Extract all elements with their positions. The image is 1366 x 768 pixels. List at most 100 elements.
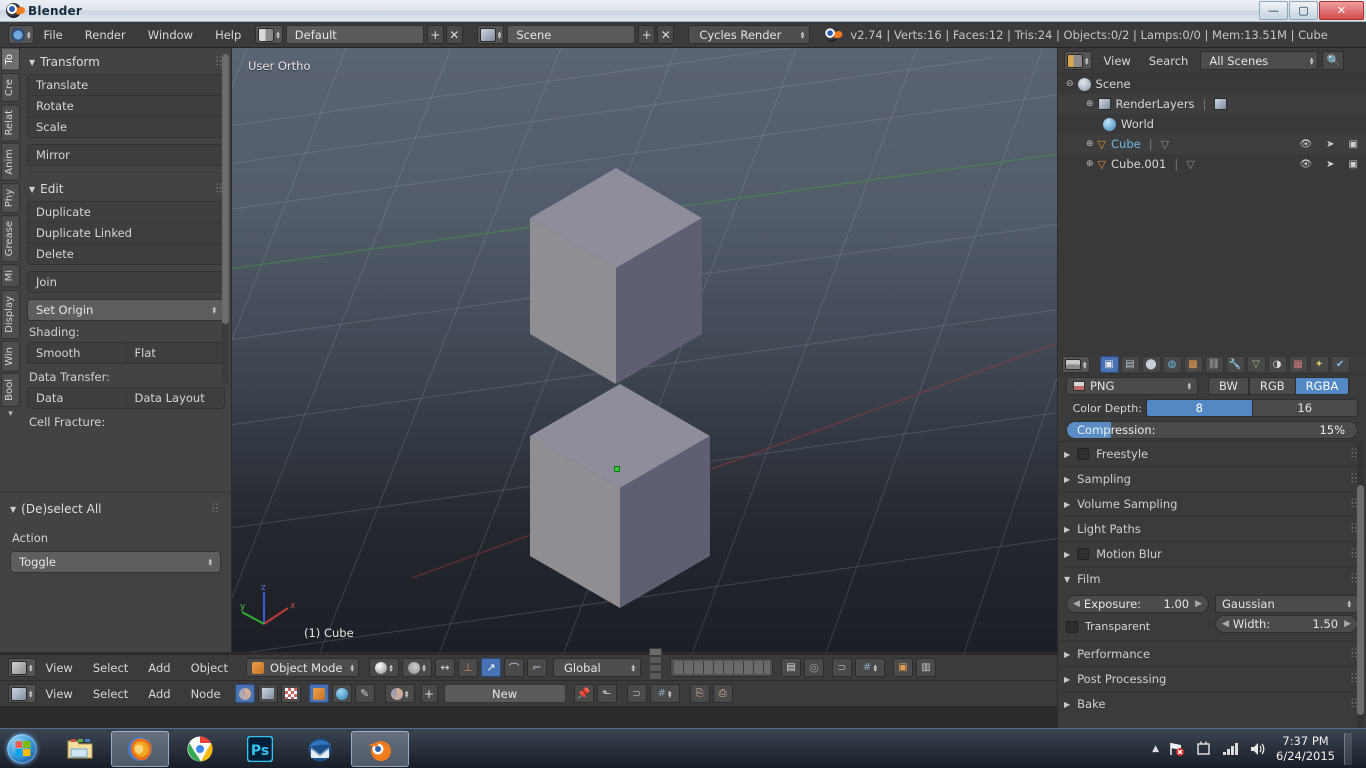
go-parent-button[interactable]: ⬑ [596,684,617,703]
manipulator-toggle-button[interactable]: ↔ [435,658,455,677]
shade-smooth-button[interactable]: Smooth [27,342,126,364]
taskbar-firefox[interactable] [111,730,169,767]
tab-object[interactable]: ▩ [1183,356,1203,373]
panel-header-edit[interactable]: ▼ Edit ∷ ∷ [27,179,225,201]
tab-texture[interactable]: ▦ [1288,356,1308,373]
menu-file[interactable]: File [44,28,63,42]
compression-slider[interactable]: Compression: 15% [1066,421,1358,439]
start-button[interactable] [0,730,44,768]
list-item[interactable]: ⊕ RenderLayers | [1058,94,1366,114]
left-arrow-icon[interactable]: ◀ [1222,619,1229,629]
filter-width-field[interactable]: ◀ Width: 1.50 ▶ [1215,615,1358,633]
sidebar-item-bool[interactable]: Bool [1,373,20,408]
table-row[interactable]: ⊕ ▽ Cube.001 | ▽ 👁 ➤ ▣ [1058,154,1366,174]
sidebar-item-relations[interactable]: Relat [1,103,20,142]
viewport-menu-add[interactable]: Add [148,661,170,675]
sidebar-item-misc[interactable]: Mi [1,264,20,288]
texture-nodes-button[interactable] [280,684,301,703]
panel-bake[interactable]: ▶ Bake ∷ ∷ [1058,691,1366,716]
volume-icon[interactable] [1249,741,1267,757]
object-shader-button[interactable] [308,684,329,703]
delete-button[interactable]: Delete [27,243,225,265]
add-scene-button[interactable]: + [638,25,656,44]
menu-window[interactable]: Window [148,28,193,42]
tab-physics[interactable]: ✔ [1330,356,1350,373]
delete-scene-button[interactable]: ✕ [657,25,675,44]
taskbar-chrome[interactable] [171,731,229,767]
show-desktop-button[interactable] [1344,733,1352,765]
viewport-menu-select[interactable]: Select [93,661,128,675]
action-center-icon[interactable] [1195,741,1213,757]
tool-shelf-scrollbar[interactable] [222,54,229,384]
scene-browse-button[interactable]: ▴ ▾ [476,25,505,44]
extra-manipulator-button[interactable]: ⌐ [527,658,547,677]
viewport-shading-selector[interactable]: ▴ ▾ [369,658,399,677]
scale-button[interactable]: Scale [27,116,225,138]
new-material-button[interactable]: New [443,684,566,703]
node-snap-button[interactable]: ⊃ [626,684,647,703]
node-editor-type-selector[interactable]: ▴ ▾ [8,684,36,703]
scene-name-field[interactable]: Scene [507,25,636,44]
shade-flat-button[interactable]: Flat [125,342,225,364]
viewport-menu-object[interactable]: Object [191,661,228,675]
pivot-point-selector[interactable]: ▴ ▾ [402,658,432,677]
tab-world[interactable]: ◍ [1162,356,1182,373]
translate-manipulator-button[interactable]: ⊥ [458,658,478,677]
renderlayers-data-icon[interactable] [1214,98,1228,110]
freestyle-checkbox[interactable] [1077,448,1090,460]
taskbar-blender[interactable] [351,730,409,767]
mirror-button[interactable]: Mirror [27,144,225,166]
slot-selector[interactable]: ▴ ▾ [384,684,415,703]
eye-icon[interactable]: 👁 [1299,159,1312,170]
panel-freestyle[interactable]: ▶ Freestyle ∷ ∷ [1058,441,1366,466]
chevron-down-icon[interactable]: ▾ [1,409,20,419]
taskbar-thunderbird[interactable] [291,731,349,767]
panel-post-processing[interactable]: ▶ Post Processing ∷ ∷ [1058,666,1366,691]
add-material-button[interactable]: + [420,684,438,703]
operator-panel-header[interactable]: ▼ (De)select All ∷ ∷ [10,499,221,521]
taskbar-photoshop[interactable]: Ps [231,731,289,767]
viewport-menu-view[interactable]: View [46,661,73,675]
right-arrow-icon[interactable]: ▶ [1344,619,1351,629]
outliner-search-button[interactable]: 🔍 [1322,51,1345,70]
rotate-manipulator-button[interactable]: ↗ [481,658,501,677]
render-preview-button[interactable]: ▤ [781,658,801,677]
node-menu-select[interactable]: Select [93,687,128,701]
scene-layers-grid[interactable] [670,658,773,677]
compositing-nodes-button[interactable] [257,684,278,703]
sidebar-item-physics[interactable]: Phy [1,182,20,214]
clock[interactable]: 7:37 PM 6/24/2015 [1276,734,1335,764]
3d-viewport[interactable]: User Ortho z x y (1) Cube [232,48,1057,652]
pin-button[interactable]: 📌 [573,684,594,703]
right-arrow-icon[interactable]: ▶ [1195,599,1202,609]
editor-type-selector[interactable]: ▴ ▾ [8,25,34,44]
expand-toggle-icon[interactable]: ⊕ [1086,159,1094,169]
interaction-mode-selector[interactable]: Object Mode ▴ ▾ [246,658,359,677]
tab-scene[interactable]: ⬤ [1141,356,1161,373]
transform-orientation-selector[interactable]: Global ▴ ▾ [553,658,641,677]
panel-header-transform[interactable]: ▼ Transform ∷ ∷ [27,52,225,74]
color-depth-8[interactable]: 8 [1146,399,1253,417]
menu-render[interactable]: Render [85,28,126,42]
sidebar-item-grease-pencil[interactable]: Grease [1,215,20,263]
snap-toggle-button[interactable]: ⊃ [832,658,852,677]
table-row[interactable]: ⊕ ▽ Cube | ▽ 👁 ➤ ▣ [1058,134,1366,154]
panel-film[interactable]: ▼ Film ∷ ∷ [1058,566,1366,591]
data-button[interactable]: Data [27,387,126,409]
delete-screen-button[interactable]: ✕ [445,25,463,44]
panel-light-paths[interactable]: ▶ Light Paths ∷ ∷ [1058,516,1366,541]
panel-sampling[interactable]: ▶ Sampling ∷ ∷ [1058,466,1366,491]
menu-help[interactable]: Help [215,28,241,42]
tab-constraints[interactable]: ⛓ [1204,356,1224,373]
close-button[interactable]: ✕ [1319,1,1364,20]
transparent-checkbox[interactable] [1066,620,1078,633]
panel-motion-blur[interactable]: ▶ Motion Blur ∷ ∷ [1058,541,1366,566]
add-screen-button[interactable]: + [426,25,444,44]
screen-layout-icon-button[interactable]: ▴ ▾ [255,25,283,44]
mesh-data-icon[interactable]: ▽ [1186,158,1194,171]
color-mode-rgb[interactable]: RGB [1248,377,1296,395]
cursor-arrow-icon[interactable]: ➤ [1326,159,1334,170]
tab-modifiers[interactable]: 🔧 [1225,356,1245,373]
taskbar-file-explorer[interactable] [51,731,109,767]
duplicate-linked-button[interactable]: Duplicate Linked [27,222,225,243]
